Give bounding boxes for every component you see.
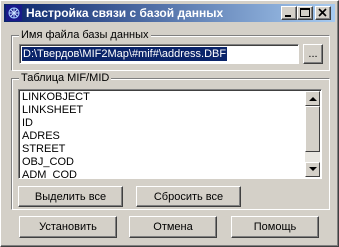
database-path-input[interactable]: D:\Твердов\MIF2Map\#mif#\address.DBF [19,44,299,64]
help-button[interactable]: Помощь [231,216,319,238]
scroll-thumb[interactable] [305,106,320,152]
dialog-window: Настройка связи с базой данных Имя файла… [0,0,339,247]
mif-mid-table-group: Таблица MIF/MID LINKOBJECT LINKSHEET ID … [11,72,330,210]
database-path-value: D:\Твердов\MIF2Map\#mif#\address.DBF [22,47,228,61]
arrow-up-icon [309,97,317,101]
title-bar[interactable]: Настройка связи с базой данных [4,4,335,22]
list-item[interactable]: ID [22,117,90,130]
list-item[interactable]: OBJ_COD [22,156,90,169]
list-item[interactable]: LINKSHEET [22,104,90,117]
vertical-scrollbar[interactable] [305,91,320,177]
maximize-button[interactable] [297,6,313,20]
cancel-button[interactable]: Отмена [129,216,217,238]
reset-all-button[interactable]: Сбросить все [136,186,241,207]
install-button[interactable]: Установить [19,216,117,238]
list-item[interactable]: ADRES [22,130,90,143]
select-all-button[interactable]: Выделить все [18,186,123,207]
browse-button[interactable]: ... [303,44,323,64]
field-list: LINKOBJECT LINKSHEET ID ADRES STREET OBJ… [22,91,90,178]
close-button[interactable] [315,6,331,20]
arrow-down-icon [309,167,317,171]
database-file-label: Имя файла базы данных [19,29,151,41]
close-icon [318,8,327,17]
minimize-icon [285,15,291,17]
list-item[interactable]: LINKOBJECT [22,91,90,104]
maximize-icon [300,8,310,17]
window-title: Настройка связи с базой данных [26,6,224,20]
scroll-up-button[interactable] [305,91,320,106]
list-item[interactable]: ADM_COD [22,169,90,178]
database-file-group: Имя файла базы данных D:\Твердов\MIF2Map… [11,29,330,71]
mif-mid-table-label: Таблица MIF/MID [19,72,112,84]
scroll-down-button[interactable] [305,162,320,177]
app-logo-icon [6,5,22,21]
minimize-button[interactable] [281,6,297,20]
field-listbox[interactable]: LINKOBJECT LINKSHEET ID ADRES STREET OBJ… [18,89,322,179]
list-item[interactable]: STREET [22,143,90,156]
